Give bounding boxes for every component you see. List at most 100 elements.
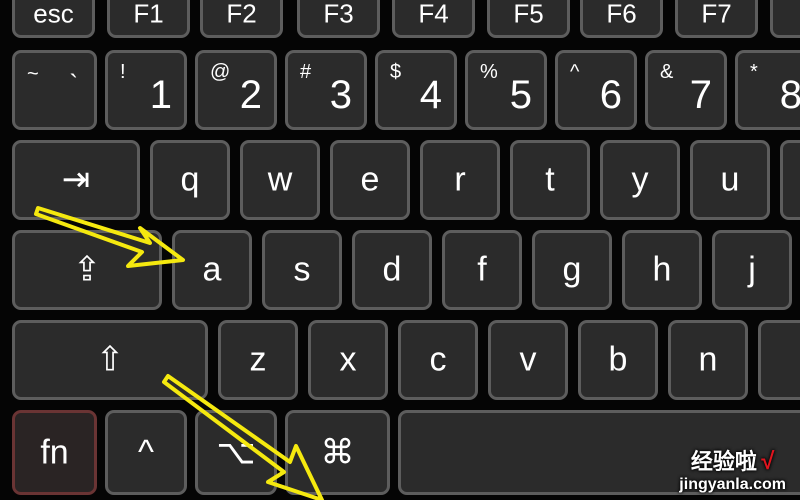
keyboard-viewer: esc F1 F2 F3 F4 F5 F6 F7 ` ~1! 2 @3 #4 $5% 6 ^ 7 & 8 * ⇥ q w e r… [0, 0, 800, 500]
key-home-row-6[interactable]: h [622, 230, 702, 310]
key-label: F6 [606, 0, 637, 29]
key-top-letter-row-3[interactable]: e [330, 140, 410, 220]
key-label: ^ [138, 432, 154, 471]
key-bottom-letter-row-5[interactable]: b [578, 320, 658, 400]
key-shift-label: $ [390, 61, 402, 83]
key-label: u [720, 160, 740, 199]
key-number-row-3[interactable]: 3 # [285, 50, 367, 130]
key-label: j [748, 250, 756, 289]
key-number-row-2[interactable]: 2 @ [195, 50, 277, 130]
key-label: F3 [323, 0, 354, 29]
key-home-row-7[interactable]: j [712, 230, 792, 310]
key-label: F5 [513, 0, 544, 29]
key-label: 8 [779, 73, 800, 117]
key-label: 5 [509, 73, 532, 117]
key-label: esc [33, 0, 74, 29]
key-label: r [454, 160, 466, 199]
key-label: ⌘ [320, 432, 355, 471]
key-function-row-2[interactable]: F2 [200, 0, 283, 38]
key-modifier-row-2[interactable]: ⌥ [195, 410, 277, 495]
key-top-letter-row-8[interactable] [780, 140, 800, 220]
key-shift-label: @ [210, 61, 231, 83]
key-bottom-letter-row-2[interactable]: x [308, 320, 388, 400]
key-home-row-2[interactable]: s [262, 230, 342, 310]
key-number-row-5[interactable]: 5% [465, 50, 547, 130]
key-home-row-5[interactable]: g [532, 230, 612, 310]
key-label: t [545, 160, 555, 199]
key-label: g [562, 250, 582, 289]
key-function-row-7[interactable]: F7 [675, 0, 758, 38]
key-label: 2 [239, 73, 262, 117]
key-number-row-1[interactable]: 1! [105, 50, 187, 130]
key-label: 4 [419, 73, 442, 117]
key-label: 3 [329, 73, 352, 117]
key-label: w [267, 160, 293, 199]
key-label: ⇧ [95, 340, 125, 379]
key-top-letter-row-5[interactable]: t [510, 140, 590, 220]
key-function-row-4[interactable]: F4 [392, 0, 475, 38]
key-label: c [429, 340, 447, 379]
key-number-row-6[interactable]: 6 ^ [555, 50, 637, 130]
key-home-row-3[interactable]: d [352, 230, 432, 310]
key-home-row-0[interactable]: ⇪ [12, 230, 162, 310]
key-home-row-1[interactable]: a [172, 230, 252, 310]
key-function-row-6[interactable]: F6 [580, 0, 663, 38]
key-bottom-letter-row-1[interactable]: z [218, 320, 298, 400]
key-bottom-letter-row-3[interactable]: c [398, 320, 478, 400]
key-shift-label: % [480, 61, 498, 83]
key-label: ⇥ [61, 160, 91, 199]
key-label: a [202, 250, 222, 289]
key-modifier-row-1[interactable]: ^ [105, 410, 187, 495]
key-shift-label: * [750, 61, 758, 83]
key-top-letter-row-1[interactable]: q [150, 140, 230, 220]
key-label: F4 [418, 0, 449, 29]
key-label: fn [40, 432, 69, 471]
key-label: b [608, 340, 628, 379]
key-function-row-1[interactable]: F1 [107, 0, 190, 38]
key-label: f [477, 250, 487, 289]
key-top-letter-row-6[interactable]: y [600, 140, 680, 220]
key-modifier-row-3[interactable]: ⌘ [285, 410, 390, 495]
key-label: F7 [701, 0, 732, 29]
key-label: s [293, 250, 311, 289]
key-bottom-letter-row-0[interactable]: ⇧ [12, 320, 208, 400]
key-modifier-row-0[interactable]: fn [12, 410, 97, 495]
key-label: h [652, 250, 672, 289]
key-label: n [698, 340, 718, 379]
key-number-row-8[interactable]: 8 * [735, 50, 800, 130]
key-shift-label: ~ [27, 63, 39, 85]
key-label: F2 [226, 0, 257, 29]
key-number-row-4[interactable]: 4 $ [375, 50, 457, 130]
key-shift-label: & [660, 61, 674, 83]
key-number-row-0[interactable]: ` ~ [12, 50, 97, 130]
key-bottom-letter-row-6[interactable]: n [668, 320, 748, 400]
key-label: y [631, 160, 649, 199]
key-shift-label: ^ [570, 61, 580, 83]
key-function-row-8[interactable] [770, 0, 800, 38]
key-label: v [519, 340, 537, 379]
key-number-row-7[interactable]: 7 & [645, 50, 727, 130]
key-bottom-letter-row-7[interactable] [758, 320, 800, 400]
key-top-letter-row-4[interactable]: r [420, 140, 500, 220]
watermark-url: jingyanla.com [679, 476, 786, 493]
key-label: F1 [133, 0, 164, 29]
key-bottom-letter-row-4[interactable]: v [488, 320, 568, 400]
key-label: 7 [689, 73, 712, 117]
key-function-row-5[interactable]: F5 [487, 0, 570, 38]
check-icon: √ [761, 448, 775, 475]
key-label: q [180, 160, 200, 199]
key-function-row-3[interactable]: F3 [297, 0, 380, 38]
key-function-row-0[interactable]: esc [12, 0, 95, 38]
key-label: ` [69, 69, 78, 99]
key-top-letter-row-2[interactable]: w [240, 140, 320, 220]
key-shift-label: ! [120, 61, 126, 83]
key-label: ⇪ [72, 250, 102, 289]
key-label: e [360, 160, 380, 199]
key-label: x [339, 340, 357, 379]
key-top-letter-row-7[interactable]: u [690, 140, 770, 220]
key-label: d [382, 250, 402, 289]
watermark: 经验啦 √ jingyanla.com [679, 444, 786, 494]
key-label: ⌥ [216, 432, 256, 471]
key-top-letter-row-0[interactable]: ⇥ [12, 140, 140, 220]
key-home-row-4[interactable]: f [442, 230, 522, 310]
